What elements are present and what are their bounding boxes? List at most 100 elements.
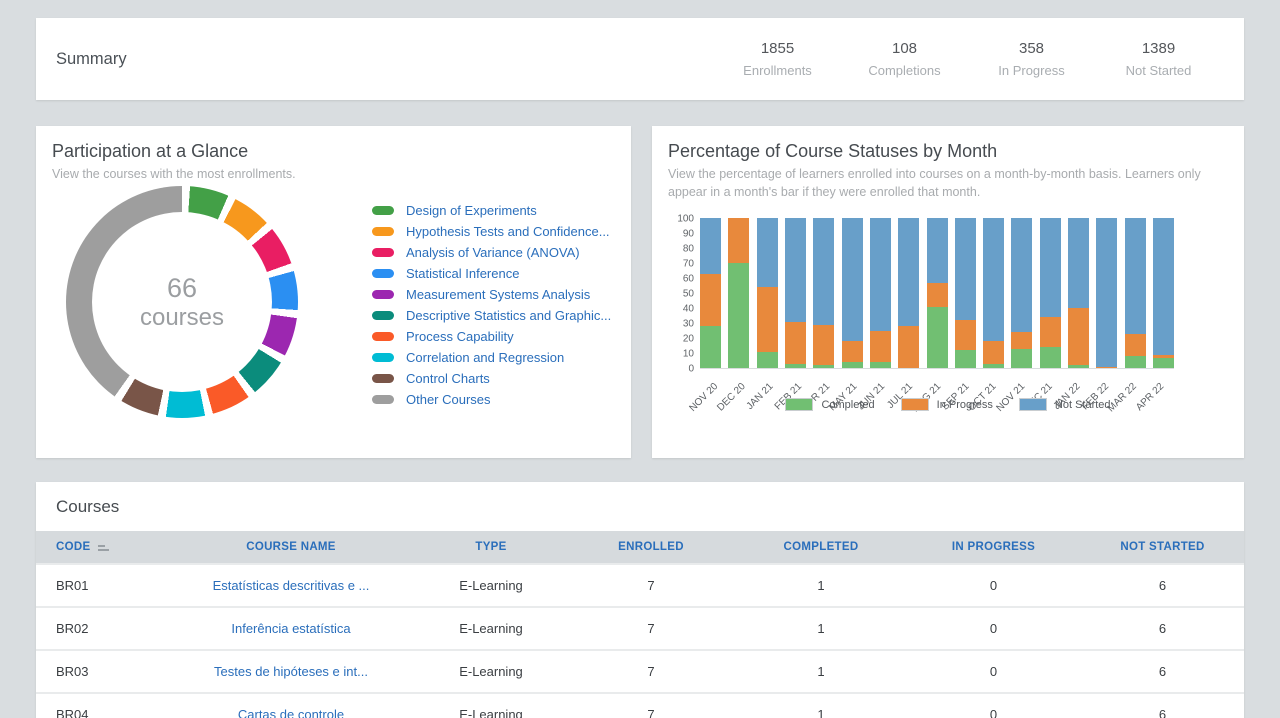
table-row: BR04Cartas de controleE-Learning7106 [36, 693, 1244, 718]
month-bar[interactable] [983, 218, 1004, 368]
statuses-title: Percentage of Course Statuses by Month [668, 141, 1228, 162]
stat-label: Not Started [1095, 63, 1222, 78]
column-header-enrolled[interactable]: ENROLLED [566, 531, 736, 564]
donut-legend: Design of Experiments Hypothesis Tests an… [372, 200, 611, 410]
column-header-completed[interactable]: COMPLETED [736, 531, 906, 564]
month-bar[interactable] [1153, 218, 1174, 368]
month-bar[interactable] [785, 218, 806, 368]
bar-segment [842, 362, 863, 368]
month-bar[interactable] [1040, 218, 1061, 368]
bar-legend-item[interactable]: Completed [785, 398, 874, 411]
table-cell: 0 [906, 607, 1081, 650]
table-cell: BR03 [36, 650, 166, 693]
bar-segment [785, 364, 806, 369]
month-bar[interactable] [842, 218, 863, 368]
month-bar[interactable] [813, 218, 834, 368]
month-bar[interactable] [728, 218, 749, 368]
y-tick-label: 50 [683, 289, 694, 300]
course-name-cell: Testes de hipóteses e int... [166, 650, 416, 693]
stat-value: 1855 [714, 40, 841, 57]
bar-segment [983, 341, 1004, 364]
table-cell: 6 [1081, 564, 1244, 607]
course-name-cell: Cartas de controle [166, 693, 416, 718]
bar-segment [757, 218, 778, 287]
bar-segment [955, 218, 976, 320]
month-bar[interactable] [898, 218, 919, 368]
course-name-link[interactable]: Cartas de controle [238, 707, 344, 718]
legend-swatch-icon [785, 398, 813, 411]
bar-segment [700, 326, 721, 368]
stat-value: 108 [841, 40, 968, 57]
month-bar[interactable] [700, 218, 721, 368]
courses-table: CODECOURSE NAMETYPEENROLLEDCOMPLETEDIN P… [36, 531, 1244, 718]
column-header-code[interactable]: CODE [36, 531, 166, 564]
course-name-link[interactable]: Inferência estatística [231, 621, 350, 636]
bar-segment [1153, 358, 1174, 369]
table-cell: 1 [736, 607, 906, 650]
y-tick-label: 60 [683, 274, 694, 285]
sort-icon[interactable] [98, 543, 109, 551]
bar-segment [898, 326, 919, 368]
donut-legend-item[interactable]: Statistical Inference [372, 263, 611, 284]
donut-legend-item[interactable]: Descriptive Statistics and Graphic... [372, 305, 611, 326]
y-tick-label: 0 [688, 364, 694, 375]
summary-stat: 358In Progress [968, 40, 1095, 78]
bar-segment [1125, 356, 1146, 368]
bar-chart-legend: Completed In Progress Not Started [652, 398, 1244, 411]
donut-legend-item[interactable]: Analysis of Variance (ANOVA) [372, 242, 611, 263]
donut-legend-item[interactable]: Measurement Systems Analysis [372, 284, 611, 305]
participation-panel: Participation at a Glance View the cours… [36, 126, 631, 458]
legend-swatch-icon [901, 398, 929, 411]
bar-segment [927, 283, 948, 307]
donut-center-value: 66 [167, 273, 197, 304]
statuses-subtitle: View the percentage of learners enrolled… [668, 165, 1228, 201]
bar-segment [927, 218, 948, 283]
donut-legend-label: Other Courses [406, 392, 491, 407]
y-tick-label: 90 [683, 229, 694, 240]
column-header-type[interactable]: TYPE [416, 531, 566, 564]
donut-legend-label: Process Capability [406, 329, 514, 344]
bar-segment [1068, 365, 1089, 368]
y-tick-label: 40 [683, 304, 694, 315]
month-bar[interactable] [757, 218, 778, 368]
month-bar[interactable] [870, 218, 891, 368]
column-header-in-progress[interactable]: IN PROGRESS [906, 531, 1081, 564]
bar-segment [1068, 308, 1089, 365]
y-tick-label: 70 [683, 259, 694, 270]
bar-segment [785, 322, 806, 364]
donut-legend-item[interactable]: Control Charts [372, 368, 611, 389]
statuses-bar-chart: 0102030405060708090100 NOV 20DEC 20JAN 2… [700, 219, 1174, 369]
course-name-link[interactable]: Estatísticas descritivas e ... [213, 578, 370, 593]
table-cell: 1 [736, 564, 906, 607]
bar-legend-item[interactable]: In Progress [901, 398, 993, 411]
month-bar[interactable] [1068, 218, 1089, 368]
y-tick-label: 80 [683, 244, 694, 255]
bar-legend-item[interactable]: Not Started [1019, 398, 1111, 411]
month-bar[interactable] [927, 218, 948, 368]
donut-legend-label: Design of Experiments [406, 203, 537, 218]
month-bar[interactable] [1011, 218, 1032, 368]
month-bar[interactable] [1125, 218, 1146, 368]
column-header-course-name[interactable]: COURSE NAME [166, 531, 416, 564]
table-cell: BR04 [36, 693, 166, 718]
column-header-not-started[interactable]: NOT STARTED [1081, 531, 1244, 564]
month-bar[interactable] [1096, 218, 1117, 368]
donut-legend-label: Correlation and Regression [406, 350, 564, 365]
table-cell: BR01 [36, 564, 166, 607]
stat-value: 1389 [1095, 40, 1222, 57]
bar-segment [813, 325, 834, 366]
table-cell: 6 [1081, 650, 1244, 693]
month-bar[interactable] [955, 218, 976, 368]
bar-segment [870, 218, 891, 331]
legend-swatch-icon [372, 311, 394, 320]
donut-legend-item[interactable]: Design of Experiments [372, 200, 611, 221]
donut-legend-item[interactable]: Other Courses [372, 389, 611, 410]
table-cell: 7 [566, 650, 736, 693]
course-name-link[interactable]: Testes de hipóteses e int... [214, 664, 368, 679]
table-cell: 1 [736, 693, 906, 718]
donut-legend-item[interactable]: Hypothesis Tests and Confidence... [372, 221, 611, 242]
donut-legend-label: Measurement Systems Analysis [406, 287, 590, 302]
table-cell: E-Learning [416, 650, 566, 693]
donut-legend-item[interactable]: Process Capability [372, 326, 611, 347]
donut-legend-item[interactable]: Correlation and Regression [372, 347, 611, 368]
